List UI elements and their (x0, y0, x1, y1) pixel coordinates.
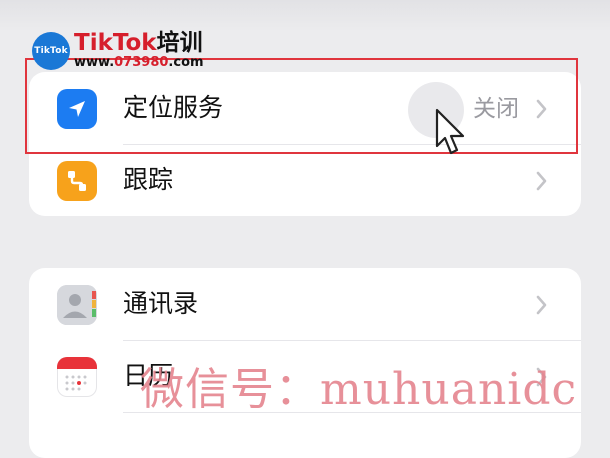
mouse-pointer-icon (435, 108, 465, 155)
tracking-icon (57, 161, 97, 201)
contacts-label: 通讯录 (123, 289, 199, 318)
tracking-label: 跟踪 (123, 165, 174, 194)
brand-watermark: TikTok TikTok培训 www.073980.com (32, 30, 222, 76)
wechat-watermark-text: 微信号：muhuanidc (140, 364, 578, 415)
calendar-icon (57, 357, 97, 397)
chevron-right-icon (536, 295, 547, 315)
brand-name: TikTok培训 (74, 30, 203, 56)
settings-row-contacts[interactable]: 通讯录 (29, 268, 581, 340)
chevron-right-icon (536, 171, 547, 191)
brand-url: www.073980.com (74, 55, 204, 70)
contacts-icon (57, 285, 97, 325)
brand-logo-badge: TikTok (32, 32, 70, 70)
settings-row-tracking[interactable]: 跟踪 (29, 144, 581, 216)
top-header-fade (0, 0, 610, 32)
